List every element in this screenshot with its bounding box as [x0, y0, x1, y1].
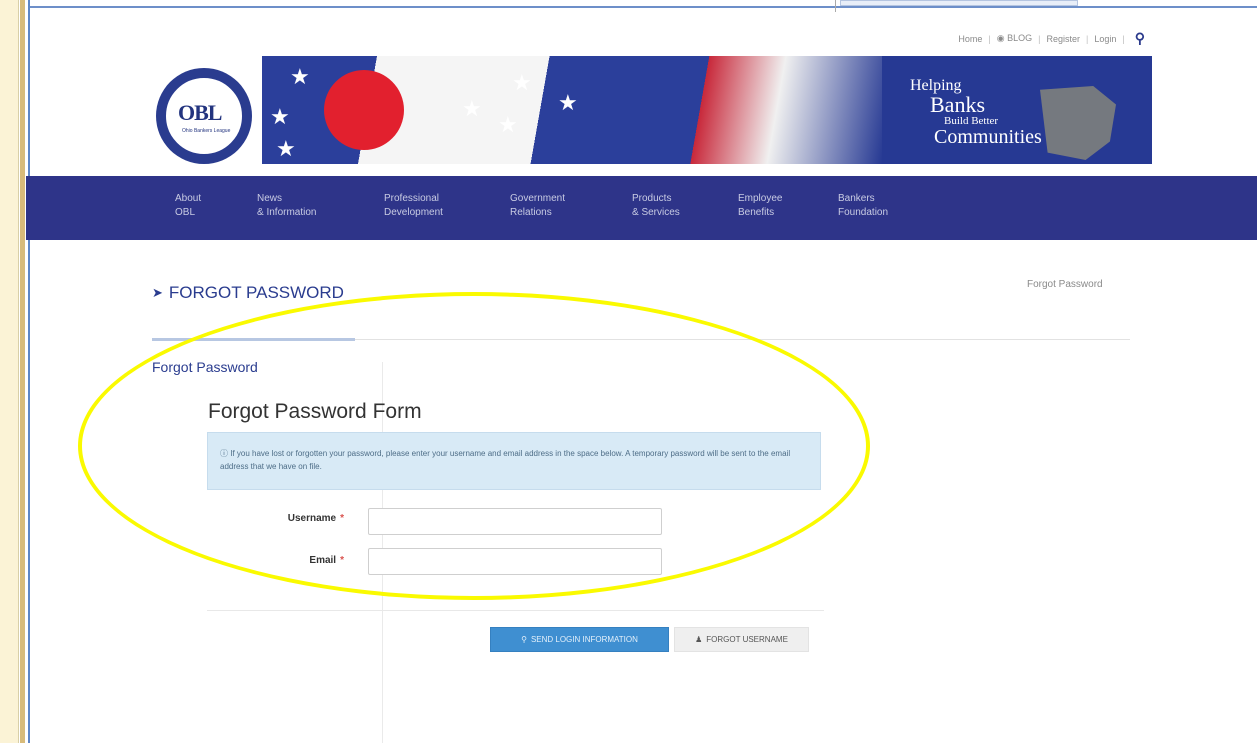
username-label: Username * — [254, 513, 344, 524]
nav-item-news[interactable]: News & Information — [257, 192, 316, 220]
key-icon: ⚲ — [521, 635, 527, 644]
page-title-text: FORGOT PASSWORD — [168, 283, 344, 302]
nav-item-professional-development[interactable]: Professional Development — [384, 192, 443, 220]
tagline-line: Banks — [930, 92, 985, 117]
link-separator: | — [1086, 33, 1089, 44]
ohio-map-graphic — [1040, 86, 1116, 160]
flag-star: ★ — [462, 96, 482, 121]
nav-item-label: Foundation — [838, 207, 889, 218]
flag-star: ★ — [512, 70, 532, 95]
send-button-label: SEND LOGIN INFORMATION — [530, 635, 638, 644]
banner-tagline: Helping Banks Build Better Communities — [910, 78, 1042, 148]
blog-link-label: BLOG — [1007, 33, 1033, 43]
header-banner: OBL Ohio Bankers League ★ ★ ★ ★ ★ ★ ★ He… — [152, 56, 1152, 164]
ohio-flag-graphic: ★ ★ ★ ★ ★ ★ ★ — [262, 56, 882, 164]
nav-item-label: & Information — [257, 207, 317, 218]
nav-item-bankers-foundation[interactable]: Bankers Foundation — [838, 192, 888, 220]
window-top-border — [30, 6, 1257, 8]
required-marker: * — [340, 513, 344, 524]
link-separator: | — [988, 33, 991, 44]
flag-star: ★ — [558, 90, 578, 115]
nav-item-label: Bankers — [838, 193, 875, 204]
window-top-divider — [835, 0, 836, 12]
breadcrumb[interactable]: Forgot Password — [1027, 279, 1103, 290]
page-title: ➤ FORGOT PASSWORD — [152, 283, 344, 303]
main-nav-bar: About OBL News & Information Professiona… — [26, 176, 1257, 240]
flag-star: ★ — [498, 112, 518, 137]
link-separator: | — [1038, 33, 1041, 44]
window-frame-edge — [28, 0, 30, 743]
logo-seal: OBL Ohio Bankers League — [164, 76, 244, 156]
tagline-line: Communities — [934, 126, 1042, 148]
login-link[interactable]: Login — [1094, 34, 1116, 44]
nav-item-about[interactable]: About OBL — [175, 192, 201, 220]
register-link[interactable]: Register — [1047, 34, 1081, 44]
nav-item-label: OBL — [175, 207, 196, 218]
rss-icon: ◉ — [996, 33, 1005, 43]
blog-link[interactable]: ◉ BLOG — [997, 33, 1032, 44]
logo-area: OBL Ohio Bankers League — [152, 56, 262, 164]
email-label: Email * — [254, 555, 344, 566]
email-label-text: Email — [309, 555, 337, 566]
username-label-text: Username — [287, 513, 337, 524]
nav-item-employee-benefits[interactable]: Employee Benefits — [738, 192, 782, 220]
home-link[interactable]: Home — [958, 34, 982, 44]
paper-plane-icon: ➤ — [152, 285, 163, 300]
nav-item-government-relations[interactable]: Government Relations — [510, 192, 565, 220]
info-icon: ⓘ — [220, 449, 228, 458]
forgot-username-label: FORGOT USERNAME — [706, 635, 788, 644]
logo-text: OBL — [178, 100, 222, 125]
email-input[interactable] — [368, 548, 662, 575]
flag-star: ★ — [276, 136, 296, 161]
forgot-username-button[interactable]: ♟ FORGOT USERNAME — [674, 627, 809, 652]
link-separator: | — [1122, 33, 1125, 44]
logo-subtext: Ohio Bankers League — [182, 128, 231, 134]
nav-item-label: & Services — [632, 207, 680, 218]
window-frame-stripe — [20, 0, 25, 743]
nav-item-label: Benefits — [738, 207, 775, 218]
info-alert: ⓘ If you have lost or forgotten your pas… — [207, 432, 821, 490]
nav-item-label: Products — [632, 193, 672, 204]
flag-star: ★ — [270, 104, 290, 129]
search-icon[interactable]: ⚲ — [1135, 30, 1145, 47]
nav-item-label: Relations — [510, 207, 552, 218]
flag-star: ★ — [290, 64, 310, 89]
nav-item-products-services[interactable]: Products & Services — [632, 192, 680, 220]
nav-item-label: News — [257, 193, 283, 204]
nav-item-label: About — [175, 193, 202, 204]
nav-item-label: Development — [384, 207, 443, 218]
obl-logo[interactable]: OBL Ohio Bankers League — [156, 68, 252, 164]
username-input[interactable] — [368, 508, 662, 535]
send-login-information-button[interactable]: ⚲ SEND LOGIN INFORMATION — [490, 627, 669, 652]
top-utility-links: Home | ◉ BLOG | Register | Login | ⚲ — [958, 30, 1145, 47]
form-divider — [207, 610, 824, 611]
nav-item-label: Government — [510, 193, 566, 204]
nav-item-label: Professional — [384, 193, 440, 204]
required-marker: * — [340, 555, 344, 566]
form-heading: Forgot Password Form — [208, 400, 422, 423]
sidebar-section-label: Forgot Password — [152, 359, 258, 375]
title-divider-accent — [152, 338, 355, 341]
window-top-tab — [840, 0, 1078, 6]
user-icon: ♟ — [695, 635, 703, 644]
nav-item-label: Employee — [738, 193, 783, 204]
flag-red-disc — [324, 70, 404, 150]
alert-text: If you have lost or forgotten your passw… — [220, 449, 791, 471]
window-left-border — [0, 0, 19, 743]
